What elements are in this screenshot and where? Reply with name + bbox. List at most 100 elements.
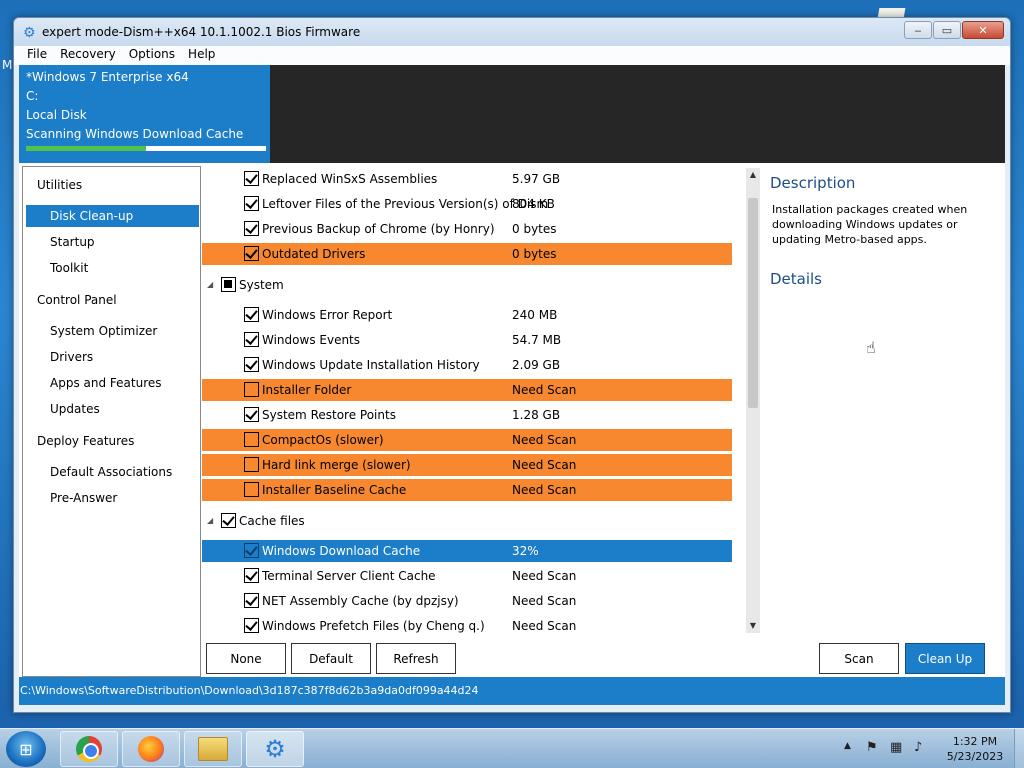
item-size: 54.7 MB <box>512 333 562 347</box>
show-desktop-button[interactable] <box>1014 729 1024 768</box>
item-checkbox[interactable] <box>244 432 259 447</box>
item-size: Need Scan <box>512 458 577 472</box>
scroll-down-icon[interactable]: ▼ <box>746 619 760 633</box>
action-center-icon[interactable]: ⚑ <box>866 740 878 755</box>
sidebar-item-startup[interactable]: Startup <box>23 231 200 253</box>
item-label: Windows Prefetch Files (by Cheng q.) <box>262 619 485 633</box>
sidebar-item-disk-clean-up[interactable]: Disk Clean-up <box>26 205 199 227</box>
list-item[interactable]: Replaced WinSxS Assemblies 5.97 GB <box>202 168 732 190</box>
title-bar[interactable]: ⚙ expert mode-Dism++x64 10.1.1002.1 Bios… <box>14 18 1010 46</box>
list-item[interactable]: Windows Prefetch Files (by Cheng q.) Need… <box>202 615 732 633</box>
list-scrollbar[interactable]: ▲ ▼ <box>746 168 760 633</box>
list-item[interactable]: Windows Update Installation History 2.09 … <box>202 354 732 376</box>
image-list-panel[interactable] <box>270 65 1005 163</box>
item-checkbox[interactable] <box>244 171 259 186</box>
clean-up-button[interactable]: Clean Up <box>905 643 985 674</box>
sidebar-item-drivers[interactable]: Drivers <box>23 346 200 368</box>
item-label: System Restore Points <box>262 408 396 422</box>
taskbar-chrome[interactable] <box>60 731 118 767</box>
item-size: 0 bytes <box>512 222 557 236</box>
cleanup-list: Replaced WinSxS Assemblies 5.97 GB Leftove… <box>202 168 749 633</box>
sidebar-item-apps-and-features[interactable]: Apps and Features <box>23 372 200 394</box>
status-path-bar: C:\Windows\SoftwareDistribution\Download… <box>19 677 1005 705</box>
list-item[interactable]: Installer Baseline Cache Need Scan <box>202 479 732 501</box>
list-group[interactable]: ◢ Cache files <box>202 510 732 532</box>
taskbar-firefox[interactable] <box>122 731 180 767</box>
group-checkbox[interactable] <box>221 513 236 528</box>
scan-status: Scanning Windows Download Cache <box>26 127 244 141</box>
sidebar-item-default-associations[interactable]: Default Associations <box>23 461 200 483</box>
list-item[interactable]: Terminal Server Client Cache Need Scan <box>202 565 732 587</box>
menu-options[interactable]: Options <box>122 46 181 61</box>
clock[interactable]: 1:32 PM 5/23/2023 <box>940 734 1010 764</box>
list-item[interactable]: Installer Folder Need Scan <box>202 379 732 401</box>
group-label: Cache files <box>239 514 305 528</box>
list-item[interactable]: CompactOs (slower) Need Scan <box>202 429 732 451</box>
item-checkbox[interactable] <box>244 618 259 633</box>
close-button[interactable]: ✕ <box>962 21 1004 39</box>
sidebar-item-system-optimizer[interactable]: System Optimizer <box>23 320 200 342</box>
network-icon[interactable]: ▦ <box>890 740 902 755</box>
scroll-up-icon[interactable]: ▲ <box>746 168 760 182</box>
item-label: Terminal Server Client Cache <box>262 569 436 583</box>
item-label: Installer Folder <box>262 383 352 397</box>
item-size: 1.28 GB <box>512 408 561 422</box>
menu-recovery[interactable]: Recovery <box>53 46 122 61</box>
item-checkbox[interactable] <box>244 382 259 397</box>
list-item[interactable]: Leftover Files of the Previous Version(s… <box>202 193 732 215</box>
item-checkbox[interactable] <box>244 593 259 608</box>
maximize-button[interactable]: ▭ <box>933 21 961 39</box>
item-size: 32% <box>512 544 539 558</box>
sidebar-item-utilities[interactable]: Utilities <box>23 174 200 196</box>
desktop-edge-text: M <box>2 58 13 72</box>
taskbar-dism[interactable]: ⚙ <box>246 731 304 767</box>
menu-file[interactable]: File <box>14 46 53 61</box>
list-item[interactable]: Previous Backup of Chrome (by Honry) 0 by… <box>202 218 732 240</box>
item-checkbox[interactable] <box>244 543 259 558</box>
navigation-sidebar: Utilities Disk Clean-up Startup Toolkit Cont… <box>22 166 201 677</box>
none-button[interactable]: None <box>206 643 286 674</box>
item-checkbox[interactable] <box>244 221 259 236</box>
item-checkbox[interactable] <box>244 196 259 211</box>
list-item[interactable]: NET Assembly Cache (by dpzjsy) Need Scan <box>202 590 732 612</box>
sidebar-item-updates[interactable]: Updates <box>23 398 200 420</box>
taskbar-explorer[interactable] <box>184 731 242 767</box>
scan-button[interactable]: Scan <box>819 643 899 674</box>
item-checkbox[interactable] <box>244 357 259 372</box>
list-item[interactable]: Windows Events 54.7 MB <box>202 329 732 351</box>
gear-icon: ⚙ <box>264 735 286 763</box>
item-checkbox[interactable] <box>244 246 259 261</box>
item-checkbox[interactable] <box>244 407 259 422</box>
item-checkbox[interactable] <box>244 457 259 472</box>
start-button[interactable]: ⊞ <box>6 731 46 767</box>
item-checkbox[interactable] <box>244 332 259 347</box>
menu-help[interactable]: Help <box>181 46 221 61</box>
default-button[interactable]: Default <box>291 643 371 674</box>
sidebar-item-toolkit[interactable]: Toolkit <box>23 257 200 279</box>
list-group[interactable]: ◢ System <box>202 274 732 296</box>
list-item[interactable]: System Restore Points 1.28 GB <box>202 404 732 426</box>
item-checkbox[interactable] <box>244 482 259 497</box>
sidebar-item-deploy-features[interactable]: Deploy Features <box>23 430 200 452</box>
scroll-thumb[interactable] <box>748 198 758 408</box>
minimize-button[interactable]: ‒ <box>904 21 932 39</box>
volume-icon[interactable]: ♪ <box>914 740 922 755</box>
item-checkbox[interactable] <box>244 307 259 322</box>
item-label: Windows Events <box>262 333 361 347</box>
item-checkbox[interactable] <box>244 568 259 583</box>
item-label: NET Assembly Cache (by dpzjsy) <box>262 594 459 608</box>
sidebar-item-pre-answer[interactable]: Pre-Answer <box>23 487 200 509</box>
list-item[interactable]: Windows Download Cache 32% <box>202 540 732 562</box>
expand-arrow-icon[interactable]: ◢ <box>207 274 213 296</box>
expand-arrow-icon[interactable]: ◢ <box>207 510 213 532</box>
list-item[interactable]: Windows Error Report 240 MB <box>202 304 732 326</box>
list-item[interactable]: Hard link merge (slower) Need Scan <box>202 454 732 476</box>
list-item[interactable]: Outdated Drivers 0 bytes <box>202 243 732 265</box>
item-label: Replaced WinSxS Assemblies <box>262 172 438 186</box>
sidebar-item-control-panel[interactable]: Control Panel <box>23 289 200 311</box>
image-info-panel[interactable]: *Windows 7 Enterprise x64 C: Local Disk … <box>19 65 270 163</box>
scan-progress-bar <box>26 146 266 151</box>
tray-expand-icon[interactable]: ▲ <box>844 741 851 751</box>
refresh-button[interactable]: Refresh <box>376 643 456 674</box>
group-checkbox[interactable] <box>221 277 236 292</box>
